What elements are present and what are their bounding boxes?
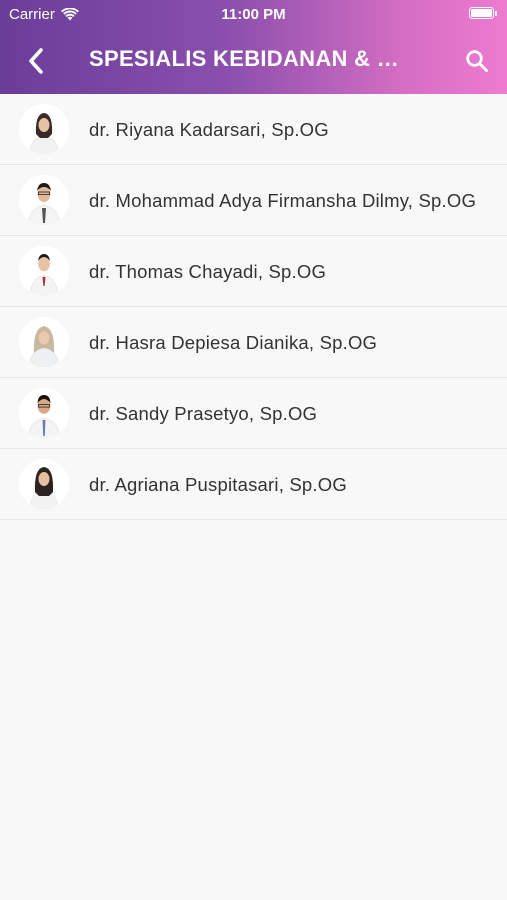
doctor-list: dr. Riyana Kadarsari, Sp.OG dr. Mohammad… bbox=[0, 94, 507, 520]
search-icon bbox=[466, 50, 488, 72]
back-button[interactable] bbox=[20, 44, 52, 78]
doctor-name: dr. Hasra Depiesa Dianika, Sp.OG bbox=[89, 331, 378, 353]
doctor-name: dr. Sandy Prasetyo, Sp.OG bbox=[89, 402, 318, 424]
list-item[interactable]: dr. Hasra Depiesa Dianika, Sp.OG bbox=[0, 307, 507, 378]
doctor-name: dr. Thomas Chayadi, Sp.OG bbox=[89, 260, 327, 282]
page-title: SPESIALIS KEBIDANAN & KANDUNGAN bbox=[89, 46, 409, 71]
status-time: 11:00 PM bbox=[221, 6, 286, 23]
navigation-bar: SPESIALIS KEBIDANAN & KANDUNGAN bbox=[0, 28, 507, 94]
battery-icon bbox=[469, 7, 497, 19]
avatar bbox=[19, 317, 69, 367]
avatar bbox=[19, 388, 69, 438]
avatar bbox=[19, 175, 69, 225]
list-item[interactable]: dr. Thomas Chayadi, Sp.OG bbox=[0, 236, 507, 307]
app-header: Carrier 11:00 PM SPESIALIS KEBIDANAN & K… bbox=[0, 0, 507, 94]
list-item[interactable]: dr. Sandy Prasetyo, Sp.OG bbox=[0, 378, 507, 449]
list-item[interactable]: dr. Riyana Kadarsari, Sp.OG bbox=[0, 94, 507, 165]
avatar bbox=[19, 246, 69, 296]
list-item[interactable]: dr. Mohammad Adya Firmansha Dilmy, Sp.OG bbox=[0, 165, 507, 236]
doctor-name: dr. Riyana Kadarsari, Sp.OG bbox=[89, 118, 329, 140]
doctor-name: dr. Mohammad Adya Firmansha Dilmy, Sp.OG bbox=[89, 189, 477, 211]
doctor-name: dr. Agriana Puspitasari, Sp.OG bbox=[89, 473, 347, 495]
chevron-left-icon bbox=[29, 48, 43, 74]
avatar bbox=[19, 104, 69, 154]
status-bar: Carrier 11:00 PM bbox=[0, 0, 507, 28]
avatar bbox=[19, 459, 69, 509]
search-button[interactable] bbox=[461, 44, 493, 78]
list-item[interactable]: dr. Agriana Puspitasari, Sp.OG bbox=[0, 449, 507, 520]
